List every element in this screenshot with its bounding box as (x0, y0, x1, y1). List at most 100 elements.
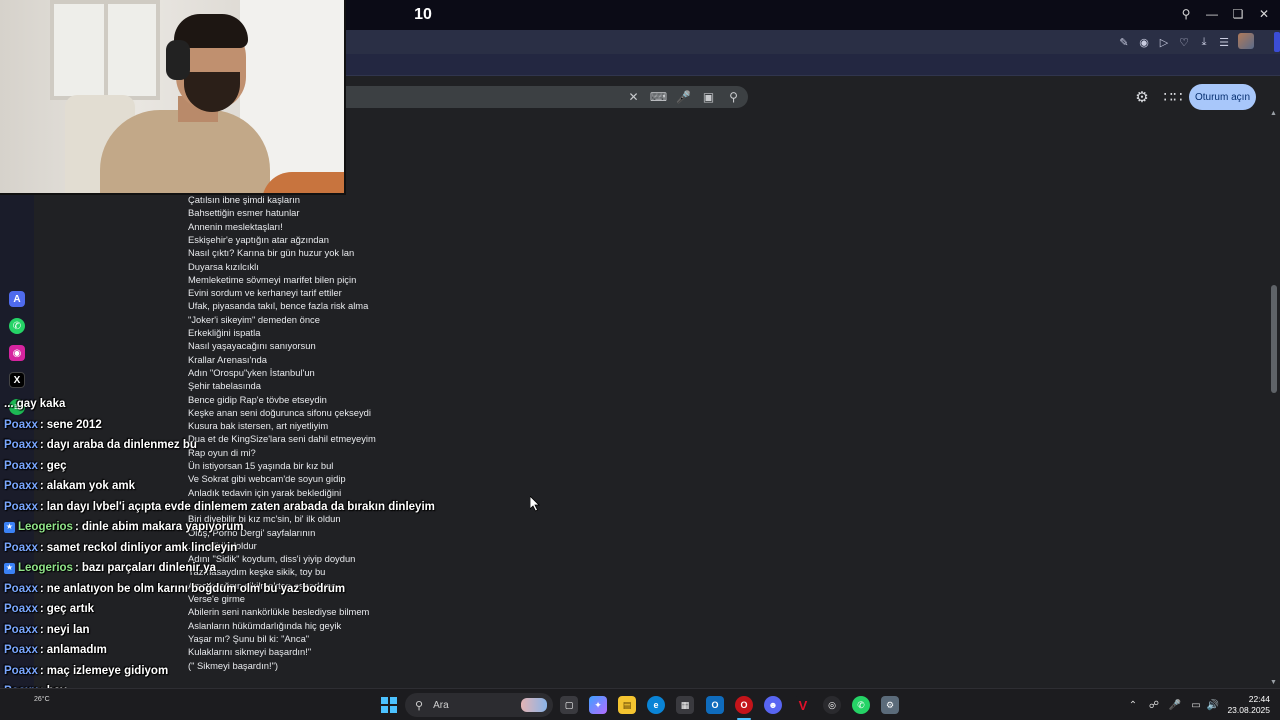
profile-avatar[interactable] (1238, 33, 1254, 49)
heart-icon[interactable]: ♡ (1176, 33, 1192, 51)
webcam-person-body (100, 110, 270, 193)
minimize-icon[interactable]: — (1200, 4, 1224, 24)
tab-counter[interactable]: 10 (402, 6, 444, 24)
discord-icon[interactable]: ☻ (764, 696, 782, 714)
clock-time: 22:44 (1248, 694, 1270, 704)
instagram-icon[interactable]: ◉ (9, 345, 25, 361)
apps-grid-icon[interactable]: ∷∷ (1163, 87, 1183, 107)
restore-icon[interactable]: ❏ (1226, 4, 1250, 24)
chat-username: Poaxx (4, 603, 38, 615)
chat-separator: : (39, 439, 44, 451)
chat-username: Poaxx (4, 480, 38, 492)
chat-separator: : (39, 500, 44, 513)
chat-separator: : (39, 623, 44, 636)
taskbar-search[interactable]: ⚲ Ara (405, 693, 553, 717)
file-explorer-icon[interactable]: ▤ (618, 696, 636, 714)
lyric-line: Yaşar mı? Şunu bil ki: "Anca" (188, 632, 310, 644)
close-icon[interactable]: ✕ (1252, 4, 1276, 24)
clock-date: 23.08.2025 (1227, 705, 1270, 715)
keyboard-icon[interactable]: ⌨ (650, 88, 667, 106)
page-scrollbar[interactable]: ▲ ▼ (1268, 110, 1280, 688)
chat-text: maç izlemeye gidiyom (46, 664, 169, 677)
chat-message: Poaxx: alakam yok amk (4, 478, 135, 494)
chat-username: Poaxx (4, 582, 38, 595)
chat-message: Poaxx: dayı araba da dinlenmez bu (4, 437, 197, 453)
chat-separator: : (39, 664, 44, 677)
lyric-line: Nasıl yaşayacağını sanıyorsun (188, 340, 316, 352)
chat-separator: : (39, 582, 44, 595)
chat-username: Leogerios (18, 562, 73, 574)
chat-text: ne anlatıyon be olm karını boğdum olm bu… (46, 582, 346, 595)
scroll-down-icon[interactable]: ▼ (1270, 679, 1277, 686)
menu-icon[interactable]: ☰ (1216, 33, 1232, 51)
scroll-thumb[interactable] (1271, 285, 1277, 393)
network-icon[interactable]: ☍ (1147, 697, 1161, 713)
x-icon[interactable]: X (9, 372, 25, 388)
lyric-line: Bence gidip Rap'e tövbe etseydin (188, 393, 327, 405)
chat-message: Poaxx: maç izlemeye gidiyom (4, 663, 168, 679)
chevron-up-icon[interactable]: ⌃ (1126, 697, 1140, 713)
chat-message: Poaxx: samet reckol dinliyor amk lincleyi… (4, 540, 237, 556)
valorant-icon[interactable]: V (794, 696, 812, 714)
chat-separator: : (39, 418, 44, 431)
camera-icon[interactable]: ◉ (1136, 33, 1152, 51)
lyric-line: (" Sikmeyi başardın!") (188, 659, 279, 671)
lyric-line: Ufak, piyasanda takıl, bence fazla risk … (188, 300, 369, 312)
search-input[interactable]: ✕ ⌨ 🎤 ▣ ⚲ (320, 86, 748, 108)
chat-separator: : (74, 521, 79, 533)
opera-gx-icon[interactable]: O (735, 696, 753, 714)
download-icon[interactable]: ⤓ (1196, 33, 1212, 51)
whatsapp-icon[interactable]: ✆ (9, 318, 25, 334)
microphone-icon[interactable]: 🎤 (1168, 697, 1182, 713)
lyric-line: Çatılsın ibne şimdi kaşların (188, 194, 301, 205)
chat-separator: : (39, 541, 44, 554)
lyric-line: Abilerin seni nankörlükle beslediyse bil… (188, 606, 370, 618)
settings-gear-icon[interactable]: ⚙ (881, 696, 899, 714)
chat-text: neyi lan (46, 623, 90, 636)
lyric-line: Ve Sokrat gibi webcam'de soyun gidip (188, 473, 346, 485)
monitor-icon[interactable]: ▭ (1189, 697, 1203, 713)
chat-separator: : (39, 459, 44, 472)
chat-separator: : (74, 562, 79, 574)
clear-icon[interactable]: ✕ (625, 88, 642, 106)
lyric-line: Kusura bak istersen, art niyetliyim (188, 420, 329, 432)
chat-username: Poaxx (4, 644, 38, 656)
webcam-window (50, 0, 160, 100)
search-icon[interactable]: ⚲ (725, 88, 742, 106)
lyric-line: Şehir tabelasında (188, 380, 261, 392)
chat-username: Poaxx (4, 500, 38, 513)
whatsapp-icon[interactable]: ✆ (852, 696, 870, 714)
lyric-line: Eskişehir'e yaptığın atar ağzından (188, 233, 329, 245)
lens-icon[interactable]: ▣ (700, 88, 717, 106)
headset-icon (166, 40, 190, 80)
lyric-line: Memleketime sövmeyi marifet bilen piçin (188, 273, 357, 285)
chat-username: Poaxx (4, 459, 38, 472)
edit-icon[interactable]: ✎ (1116, 33, 1132, 51)
search-icon[interactable]: ⚲ (1174, 4, 1198, 24)
scroll-up-icon[interactable]: ▲ (1270, 110, 1277, 117)
edge-icon[interactable]: e (647, 696, 665, 714)
copilot-icon[interactable]: ✦ (589, 696, 607, 714)
moderator-badge-icon: ★ (4, 521, 15, 533)
start-windows-icon[interactable] (381, 697, 397, 713)
chat-text: sene 2012 (46, 418, 102, 431)
signin-button[interactable]: Oturum açın (1189, 84, 1256, 110)
microsoft-store-icon[interactable]: ▦ (676, 696, 694, 714)
lyric-line: Annenin meslektaşları! (188, 220, 283, 232)
play-icon[interactable]: ▷ (1156, 33, 1172, 51)
outlook-icon[interactable]: O (706, 696, 724, 714)
microphone-icon[interactable]: 🎤 (675, 88, 692, 106)
task-view-icon[interactable]: ▢ (560, 696, 578, 714)
volume-icon[interactable]: 🔊 (1206, 697, 1220, 713)
chat-username: Poaxx (4, 418, 38, 431)
settings-gear-icon[interactable]: ⚙ (1132, 87, 1152, 107)
system-clock[interactable]: 22:44 23.08.2025 (1222, 694, 1270, 716)
chrome-icon[interactable]: ◎ (823, 696, 841, 714)
chat-message: ... gay kaka (4, 396, 65, 412)
chat-message: Poaxx: anlamadım (4, 642, 107, 658)
lyric-line: Evini sordum ve kerhaneyi tarif ettiler (188, 287, 342, 299)
weather-temp[interactable]: 26°C (34, 696, 50, 703)
chat-separator: : (39, 644, 44, 656)
chat-text: ... gay kaka (4, 398, 66, 410)
app-store-icon[interactable]: A (9, 291, 25, 307)
